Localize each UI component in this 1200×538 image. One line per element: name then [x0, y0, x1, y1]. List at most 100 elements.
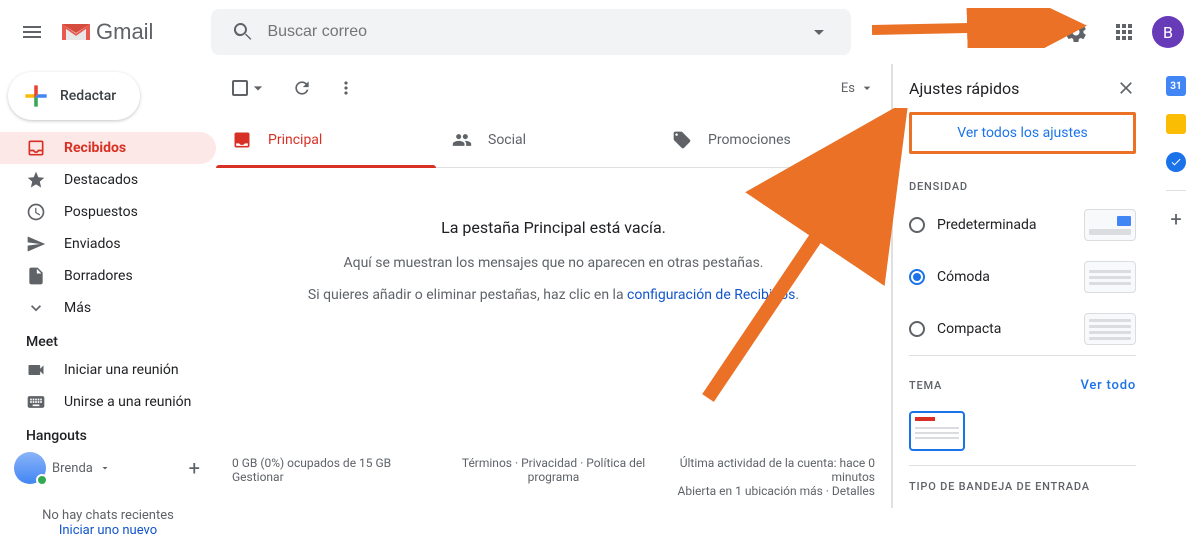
- hangouts-user-row[interactable]: Brenda +: [0, 448, 216, 488]
- qs-title: Ajustes rápidos: [909, 79, 1019, 98]
- quick-settings-panel: Ajustes rápidos Ver todos los ajustes DE…: [892, 64, 1152, 508]
- file-icon: [26, 266, 46, 286]
- sidebar-item-mas[interactable]: Más: [0, 292, 216, 324]
- chevron-down-icon[interactable]: [248, 78, 268, 98]
- density-default[interactable]: Predeterminada: [909, 199, 1136, 251]
- star-icon: [26, 170, 46, 190]
- hangouts-username: Brenda: [52, 461, 93, 476]
- footer-links[interactable]: Términos · Privacidad · Política del pro…: [446, 456, 660, 498]
- avatar[interactable]: B: [1152, 16, 1184, 48]
- tab-label: Principal: [268, 132, 322, 148]
- sidebar-item-label: Enviados: [64, 236, 121, 252]
- search-bar[interactable]: [211, 9, 851, 55]
- manage-link[interactable]: Gestionar: [232, 470, 446, 484]
- density-label: Cómoda: [937, 269, 1072, 285]
- separator: [1166, 190, 1186, 191]
- inbox-type-default[interactable]: Predeterminada Personalizar: [909, 499, 1136, 508]
- tab-promociones[interactable]: Promociones: [656, 112, 876, 167]
- empty-title: La pestaña Principal está vacía.: [246, 218, 861, 237]
- header-right: B: [1056, 12, 1192, 52]
- hangouts-avatar: [14, 452, 46, 484]
- refresh-icon[interactable]: [292, 78, 312, 98]
- language-picker[interactable]: Es: [841, 80, 875, 96]
- keyboard-icon: [26, 392, 46, 412]
- search-icon[interactable]: [219, 20, 267, 44]
- gear-icon[interactable]: [1056, 12, 1096, 52]
- apps-icon[interactable]: [1104, 12, 1144, 52]
- sidebar-item-destacados[interactable]: Destacados: [0, 164, 216, 196]
- header: Gmail B: [0, 0, 1200, 64]
- density-preview: [1084, 209, 1136, 241]
- chevron-down-icon: [99, 462, 111, 474]
- chevron-down-icon: [26, 298, 46, 318]
- tag-icon: [672, 130, 692, 150]
- radio-icon: [909, 217, 925, 233]
- gmail-logo[interactable]: Gmail: [60, 19, 153, 45]
- see-all-settings-button[interactable]: Ver todos los ajustes: [909, 112, 1136, 154]
- radio-icon: [909, 269, 925, 285]
- new-chat-icon[interactable]: +: [189, 456, 200, 480]
- theme-title: TEMA: [909, 379, 942, 392]
- density-comfortable[interactable]: Cómoda: [909, 251, 1136, 303]
- plus-icon: [20, 80, 52, 112]
- theme-thumbnail[interactable]: [909, 411, 965, 451]
- mail-area: Es Principal Social Promociones: [216, 64, 892, 508]
- sidebar-item-label: Borradores: [64, 268, 133, 284]
- side-panel: 31 +: [1152, 64, 1200, 508]
- start-chat-link[interactable]: Iniciar uno nuevo: [0, 523, 216, 538]
- search-input[interactable]: [267, 23, 795, 41]
- presence-dot: [36, 474, 48, 486]
- tabs: Principal Social Promociones: [216, 112, 891, 168]
- tab-principal[interactable]: Principal: [216, 112, 436, 167]
- calendar-icon[interactable]: 31: [1166, 76, 1186, 96]
- sidebar-item-borradores[interactable]: Borradores: [0, 260, 216, 292]
- empty-subtitle: Aquí se muestran los mensajes que no apa…: [246, 255, 861, 271]
- footer: 0 GB (0%) ocupados de 15 GB Gestionar Té…: [216, 446, 891, 508]
- density-preview: [1084, 261, 1136, 293]
- main: Redactar Recibidos Destacados Pospuestos…: [0, 64, 1200, 508]
- sidebar-item-enviados[interactable]: Enviados: [0, 228, 216, 260]
- search-options-icon[interactable]: [795, 20, 843, 44]
- chevron-down-icon: [859, 80, 875, 96]
- more-icon[interactable]: [336, 78, 356, 98]
- sidebar-item-label: Recibidos: [64, 140, 126, 156]
- sidebar-item-label: Pospuestos: [64, 204, 138, 220]
- clock-icon: [26, 202, 46, 222]
- meet-start[interactable]: Iniciar una reunión: [0, 354, 216, 386]
- tab-label: Promociones: [708, 132, 791, 148]
- lang-label: Es: [841, 81, 855, 96]
- theme-section: TEMA Ver todo: [909, 355, 1136, 407]
- tasks-icon[interactable]: [1166, 152, 1186, 172]
- close-icon[interactable]: [1116, 78, 1136, 98]
- meet-join[interactable]: Unirse a una reunión: [0, 386, 216, 418]
- video-icon: [26, 360, 46, 380]
- see-all-themes-link[interactable]: Ver todo: [1080, 378, 1136, 393]
- meet-section-title: Meet: [0, 324, 216, 354]
- sidebar-item-label: Destacados: [64, 172, 138, 188]
- empty-config-line: Si quieres añadir o eliminar pestañas, h…: [246, 287, 861, 303]
- tab-label: Social: [488, 132, 526, 148]
- density-preview: [1084, 313, 1136, 345]
- density-compact[interactable]: Compacta: [909, 303, 1136, 355]
- sidebar-item-recibidos[interactable]: Recibidos: [0, 132, 216, 164]
- sidebar-item-label: Más: [64, 300, 91, 316]
- tab-social[interactable]: Social: [436, 112, 656, 167]
- inbox-type-title: TIPO DE BANDEJA DE ENTRADA: [909, 465, 1136, 499]
- density-label: Predeterminada: [937, 217, 1072, 233]
- keep-icon[interactable]: [1166, 114, 1186, 134]
- main-menu-icon[interactable]: [8, 8, 56, 56]
- sidebar-item-label: Unirse a una reunión: [64, 394, 191, 410]
- config-link[interactable]: configuración de Recibidos: [627, 287, 795, 303]
- people-icon: [452, 130, 472, 150]
- gmail-icon: [60, 20, 92, 44]
- sidebar-item-pospuestos[interactable]: Pospuestos: [0, 196, 216, 228]
- inbox-icon: [26, 138, 46, 158]
- checkbox-icon: [232, 80, 248, 96]
- hangouts-section-title: Hangouts: [0, 418, 216, 448]
- content: Es Principal Social Promociones: [216, 64, 1200, 508]
- inbox-icon: [232, 130, 252, 150]
- select-all[interactable]: [232, 78, 268, 98]
- compose-label: Redactar: [60, 88, 116, 104]
- compose-button[interactable]: Redactar: [8, 72, 140, 120]
- add-addon-icon[interactable]: +: [1166, 209, 1186, 229]
